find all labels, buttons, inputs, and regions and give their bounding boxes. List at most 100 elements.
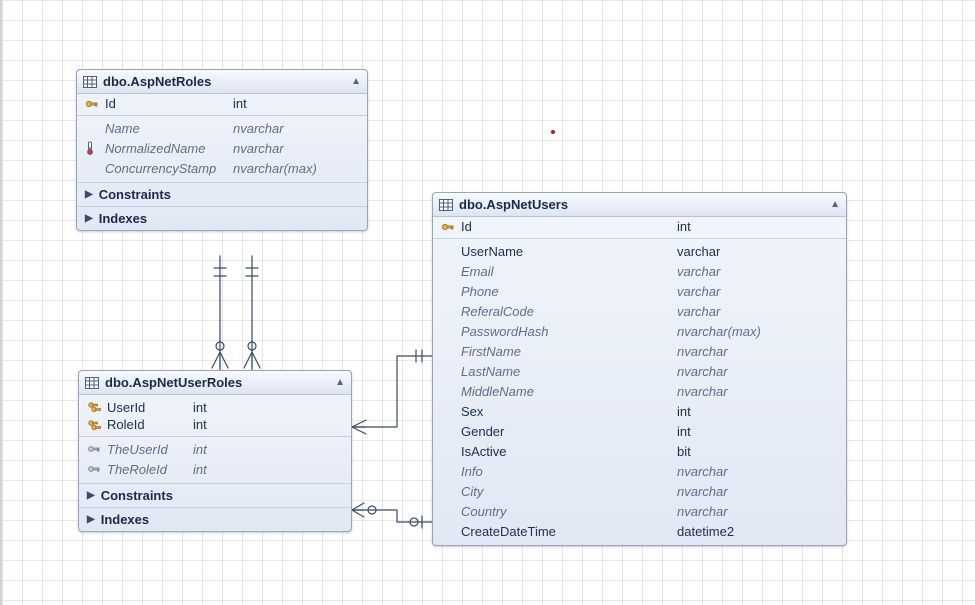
table-body: UserId int RoleId int TheUserId int bbox=[79, 395, 351, 531]
expand-triangle-icon: ▶ bbox=[87, 490, 95, 501]
collapse-toggle-icon[interactable]: ▲ bbox=[335, 377, 345, 388]
column-name: Name bbox=[105, 121, 233, 136]
column-row[interactable]: IsActivebit bbox=[433, 441, 846, 461]
column-name: Info bbox=[461, 464, 677, 479]
constraints-section[interactable]: ▶ Constraints bbox=[77, 182, 367, 206]
section-label: Constraints bbox=[99, 187, 171, 202]
column-name: Phone bbox=[461, 284, 677, 299]
collapse-toggle-icon[interactable]: ▲ bbox=[351, 76, 361, 87]
column-name: MiddleName bbox=[461, 384, 677, 399]
column-type: int bbox=[677, 219, 838, 234]
column-type: varchar bbox=[677, 304, 838, 319]
column-row[interactable]: PasswordHashnvarchar(max) bbox=[433, 321, 846, 341]
table-body: IdintUserNamevarcharEmailvarcharPhonevar… bbox=[433, 217, 846, 545]
column-name: RoleId bbox=[107, 417, 193, 432]
section-label: Constraints bbox=[101, 488, 173, 503]
table-aspnetroles[interactable]: dbo.AspNetRoles ▲ Id int Name nvarchar bbox=[76, 69, 368, 231]
column-row[interactable]: Idint bbox=[433, 219, 846, 239]
pk-key-icon bbox=[441, 221, 461, 233]
column-type: nvarchar bbox=[233, 121, 359, 136]
column-row[interactable]: UserNamevarchar bbox=[433, 241, 846, 261]
column-type: int bbox=[193, 462, 343, 477]
column-row[interactable]: Emailvarchar bbox=[433, 261, 846, 281]
table-title: dbo.AspNetRoles bbox=[103, 74, 351, 89]
column-row[interactable]: Id int bbox=[77, 96, 367, 116]
column-type: int bbox=[677, 404, 838, 419]
column-name: Id bbox=[461, 219, 677, 234]
column-name: NormalizedName bbox=[105, 141, 233, 156]
column-row[interactable]: TheUserId int bbox=[79, 439, 351, 459]
column-name: Id bbox=[105, 96, 233, 111]
section-label: Indexes bbox=[101, 512, 149, 527]
indexes-section[interactable]: ▶ Indexes bbox=[77, 206, 367, 230]
column-type: int bbox=[193, 417, 343, 432]
column-type: int bbox=[193, 400, 343, 415]
column-name: TheRoleId bbox=[107, 462, 193, 477]
column-type: nvarchar bbox=[677, 464, 838, 479]
column-row[interactable]: Citynvarchar bbox=[433, 481, 846, 501]
column-name: TheUserId bbox=[107, 442, 193, 457]
column-row[interactable]: MiddleNamenvarchar bbox=[433, 381, 846, 401]
column-type: nvarchar bbox=[677, 504, 838, 519]
column-type: nvarchar(max) bbox=[233, 161, 359, 176]
column-type: int bbox=[233, 96, 359, 111]
column-row[interactable]: FirstNamenvarchar bbox=[433, 341, 846, 361]
column-row[interactable]: Genderint bbox=[433, 421, 846, 441]
column-row[interactable]: LastNamenvarchar bbox=[433, 361, 846, 381]
collapse-toggle-icon[interactable]: ▲ bbox=[830, 199, 840, 210]
column-type: varchar bbox=[677, 264, 838, 279]
column-type: nvarchar bbox=[677, 344, 838, 359]
column-name: UserId bbox=[107, 400, 193, 415]
column-type: int bbox=[677, 424, 838, 439]
table-header[interactable]: dbo.AspNetUsers ▲ bbox=[433, 193, 846, 217]
column-type: nvarchar bbox=[677, 484, 838, 499]
column-row[interactable]: NormalizedName nvarchar bbox=[77, 138, 367, 158]
table-title: dbo.AspNetUserRoles bbox=[105, 375, 335, 390]
fk-key-icon bbox=[87, 463, 107, 475]
column-type: nvarchar bbox=[677, 364, 838, 379]
column-name: Email bbox=[461, 264, 677, 279]
expand-triangle-icon: ▶ bbox=[85, 213, 93, 224]
table-aspnetusers[interactable]: dbo.AspNetUsers ▲ IdintUserNamevarcharEm… bbox=[432, 192, 847, 546]
column-name: Sex bbox=[461, 404, 677, 419]
constraints-section[interactable]: ▶ Constraints bbox=[79, 483, 351, 507]
column-type: nvarchar bbox=[233, 141, 359, 156]
column-name: CreateDateTime bbox=[461, 524, 677, 539]
red-marker bbox=[551, 130, 555, 134]
column-type: datetime2 bbox=[677, 524, 838, 539]
pk-fk-key-icon bbox=[87, 401, 107, 413]
column-name: IsActive bbox=[461, 444, 677, 459]
table-header[interactable]: dbo.AspNetUserRoles ▲ bbox=[79, 371, 351, 395]
erd-canvas[interactable]: dbo.AspNetRoles ▲ Id int Name nvarchar bbox=[0, 0, 975, 605]
table-aspnetuserroles[interactable]: dbo.AspNetUserRoles ▲ UserId int RoleId bbox=[78, 370, 352, 532]
table-header[interactable]: dbo.AspNetRoles ▲ bbox=[77, 70, 367, 94]
column-type: nvarchar(max) bbox=[677, 324, 838, 339]
table-grid-icon bbox=[439, 199, 453, 211]
column-row[interactable]: ConcurrencyStamp nvarchar(max) bbox=[77, 158, 367, 178]
column-type: bit bbox=[677, 444, 838, 459]
column-row[interactable]: ReferalCodevarchar bbox=[433, 301, 846, 321]
column-row[interactable]: RoleId int bbox=[79, 417, 351, 437]
column-name: City bbox=[461, 484, 677, 499]
column-row[interactable]: CreateDateTimedatetime2 bbox=[433, 521, 846, 541]
column-row[interactable]: Infonvarchar bbox=[433, 461, 846, 481]
table-body: Id int Name nvarchar NormalizedName nvar… bbox=[77, 94, 367, 230]
column-row[interactable]: TheRoleId int bbox=[79, 459, 351, 479]
column-name: ReferalCode bbox=[461, 304, 677, 319]
table-grid-icon bbox=[83, 76, 97, 88]
column-name: ConcurrencyStamp bbox=[105, 161, 233, 176]
column-name: FirstName bbox=[461, 344, 677, 359]
column-row[interactable]: Countrynvarchar bbox=[433, 501, 846, 521]
column-name: Country bbox=[461, 504, 677, 519]
column-name: UserName bbox=[461, 244, 677, 259]
column-row[interactable]: UserId int bbox=[79, 397, 351, 417]
fk-key-icon bbox=[87, 443, 107, 455]
thermometer-icon bbox=[85, 141, 105, 155]
pk-fk-key-icon bbox=[87, 419, 107, 431]
indexes-section[interactable]: ▶ Indexes bbox=[79, 507, 351, 531]
column-row[interactable]: Name nvarchar bbox=[77, 118, 367, 138]
column-row[interactable]: Sexint bbox=[433, 401, 846, 421]
column-type: nvarchar bbox=[677, 384, 838, 399]
section-label: Indexes bbox=[99, 211, 147, 226]
column-row[interactable]: Phonevarchar bbox=[433, 281, 846, 301]
